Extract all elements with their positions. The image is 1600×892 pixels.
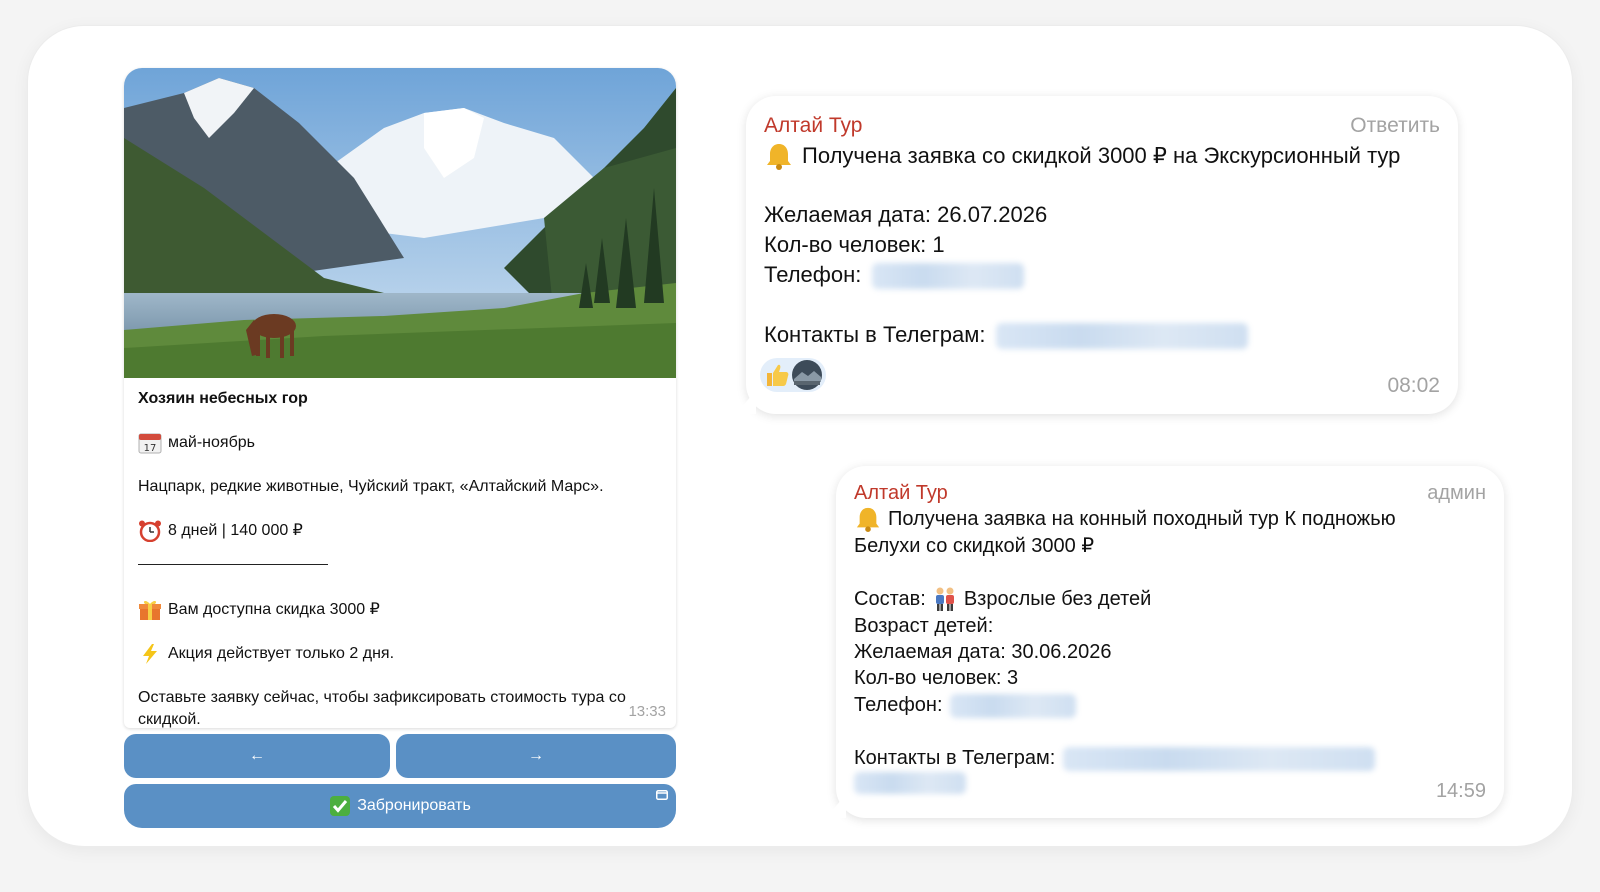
contacts-redacted-continued xyxy=(854,772,966,794)
message-tail xyxy=(726,388,756,414)
prev-button[interactable]: ← xyxy=(124,734,390,778)
description-line: Нацпарк, редкие животные, Чуйский тракт,… xyxy=(138,476,662,498)
couple-icon xyxy=(935,587,954,612)
phone-redacted xyxy=(871,263,1024,290)
book-label: Забронировать xyxy=(357,797,471,814)
season-text: май-ноябрь xyxy=(168,434,255,451)
next-arrow: → xyxy=(528,747,544,764)
lightning-icon xyxy=(143,644,157,664)
prev-arrow: ← xyxy=(249,747,265,764)
post-timestamp: 13:33 xyxy=(628,703,666,720)
contacts-redacted xyxy=(1062,746,1375,771)
people-line: Кол-во человек: 3 xyxy=(854,667,1019,689)
contacts-line: Контакты в Телеграм: xyxy=(764,320,1248,350)
sender-name: Алтай Тур xyxy=(854,482,948,504)
date-line: Желаемая дата: 30.06.2026 xyxy=(854,641,1112,663)
phone-label: Телефон: xyxy=(854,694,943,716)
season-line: 17 май-ноябрь xyxy=(138,432,662,454)
separator xyxy=(138,564,328,565)
notification-message-1: Алтай Тур Ответить Получена заявка со ск… xyxy=(726,96,1458,414)
message-2-timestamp: 14:59 xyxy=(1435,780,1486,802)
description-text: Нацпарк, редкие животные, Чуйский тракт,… xyxy=(138,478,604,495)
gift-icon xyxy=(139,600,161,620)
calendar-icon: 17 xyxy=(138,433,162,454)
tour-post-card: Хозяин небесных гор 17 май-ноябрь Нацпар… xyxy=(124,68,676,728)
reply-button[interactable]: Ответить xyxy=(1350,114,1440,138)
people-line: Кол-во человек: 1 xyxy=(764,232,945,257)
children-age-line: Возраст детей: xyxy=(854,615,994,637)
promo-text: Акция действует только 2 дня. xyxy=(168,645,395,662)
contacts-line: Контакты в Телеграм: xyxy=(854,745,1375,772)
message-1-timestamp: 08:02 xyxy=(1387,374,1440,397)
cta-text: Оставьте заявку сейчас, чтобы зафиксиров… xyxy=(138,687,662,728)
duration-price-line: 8 дней | 140 000 ₽ xyxy=(138,520,662,542)
composition-line: Состав: Взрослые без детей xyxy=(854,586,1151,613)
next-button[interactable]: → xyxy=(396,734,676,778)
thumbs-up-icon xyxy=(767,364,789,386)
contacts-label: Контакты в Телеграм: xyxy=(854,747,1056,769)
post-title: Хозяин небесных гор xyxy=(138,390,308,407)
cta-line-2: скидкой. xyxy=(138,711,201,728)
sender-name: Алтай Тур xyxy=(764,114,863,137)
message-tail xyxy=(816,792,846,818)
contacts-redacted xyxy=(995,323,1248,350)
web-app-icon xyxy=(656,790,668,800)
admin-badge: админ xyxy=(1427,482,1486,504)
phone-redacted xyxy=(950,693,1077,718)
alarm-clock-icon xyxy=(139,520,161,542)
book-button[interactable]: Забронировать xyxy=(124,784,676,828)
phone-label: Телефон: xyxy=(764,262,862,287)
contacts-label: Контакты в Телеграм: xyxy=(764,322,986,347)
reactions[interactable] xyxy=(760,358,826,392)
date-line: Желаемая дата: 26.07.2026 xyxy=(764,202,1048,227)
message-2-headline: Получена заявка на конный походный тур К… xyxy=(854,506,1396,559)
duration-price-text: 8 дней | 140 000 ₽ xyxy=(168,522,303,539)
phone-line: Телефон: xyxy=(764,260,1024,290)
cta-line-1: Оставьте заявку сейчас, чтобы зафиксиров… xyxy=(138,689,626,706)
bell-icon xyxy=(767,144,791,170)
svg-text:17: 17 xyxy=(144,443,157,454)
reaction-thumbs-up[interactable] xyxy=(760,358,826,392)
check-mark-icon xyxy=(330,796,351,816)
promo-line: Акция действует только 2 дня. xyxy=(138,643,662,665)
phone-line: Телефон: xyxy=(854,692,1077,719)
discount-line: Вам доступна скидка 3000 ₽ xyxy=(138,599,662,621)
bell-icon xyxy=(856,508,880,533)
headline-line-1: Получена заявка на конный походный тур К… xyxy=(888,508,1396,530)
reactor-avatar xyxy=(792,360,822,390)
composition-label: Состав: xyxy=(854,588,926,610)
composition-value: Взрослые без детей xyxy=(963,588,1152,610)
discount-text: Вам доступна скидка 3000 ₽ xyxy=(168,601,380,618)
headline-line-2: Белухи со скидкой 3000 ₽ xyxy=(854,534,1095,557)
tour-photo xyxy=(124,68,676,378)
message-1-headline: Получена заявка со скидкой 3000 ₽ на Экс… xyxy=(764,141,1400,171)
headline-text: Получена заявка со скидкой 3000 ₽ на Экс… xyxy=(802,143,1401,168)
notification-message-2: Алтай Тур админ Получена заявка на конны… xyxy=(816,466,1504,818)
